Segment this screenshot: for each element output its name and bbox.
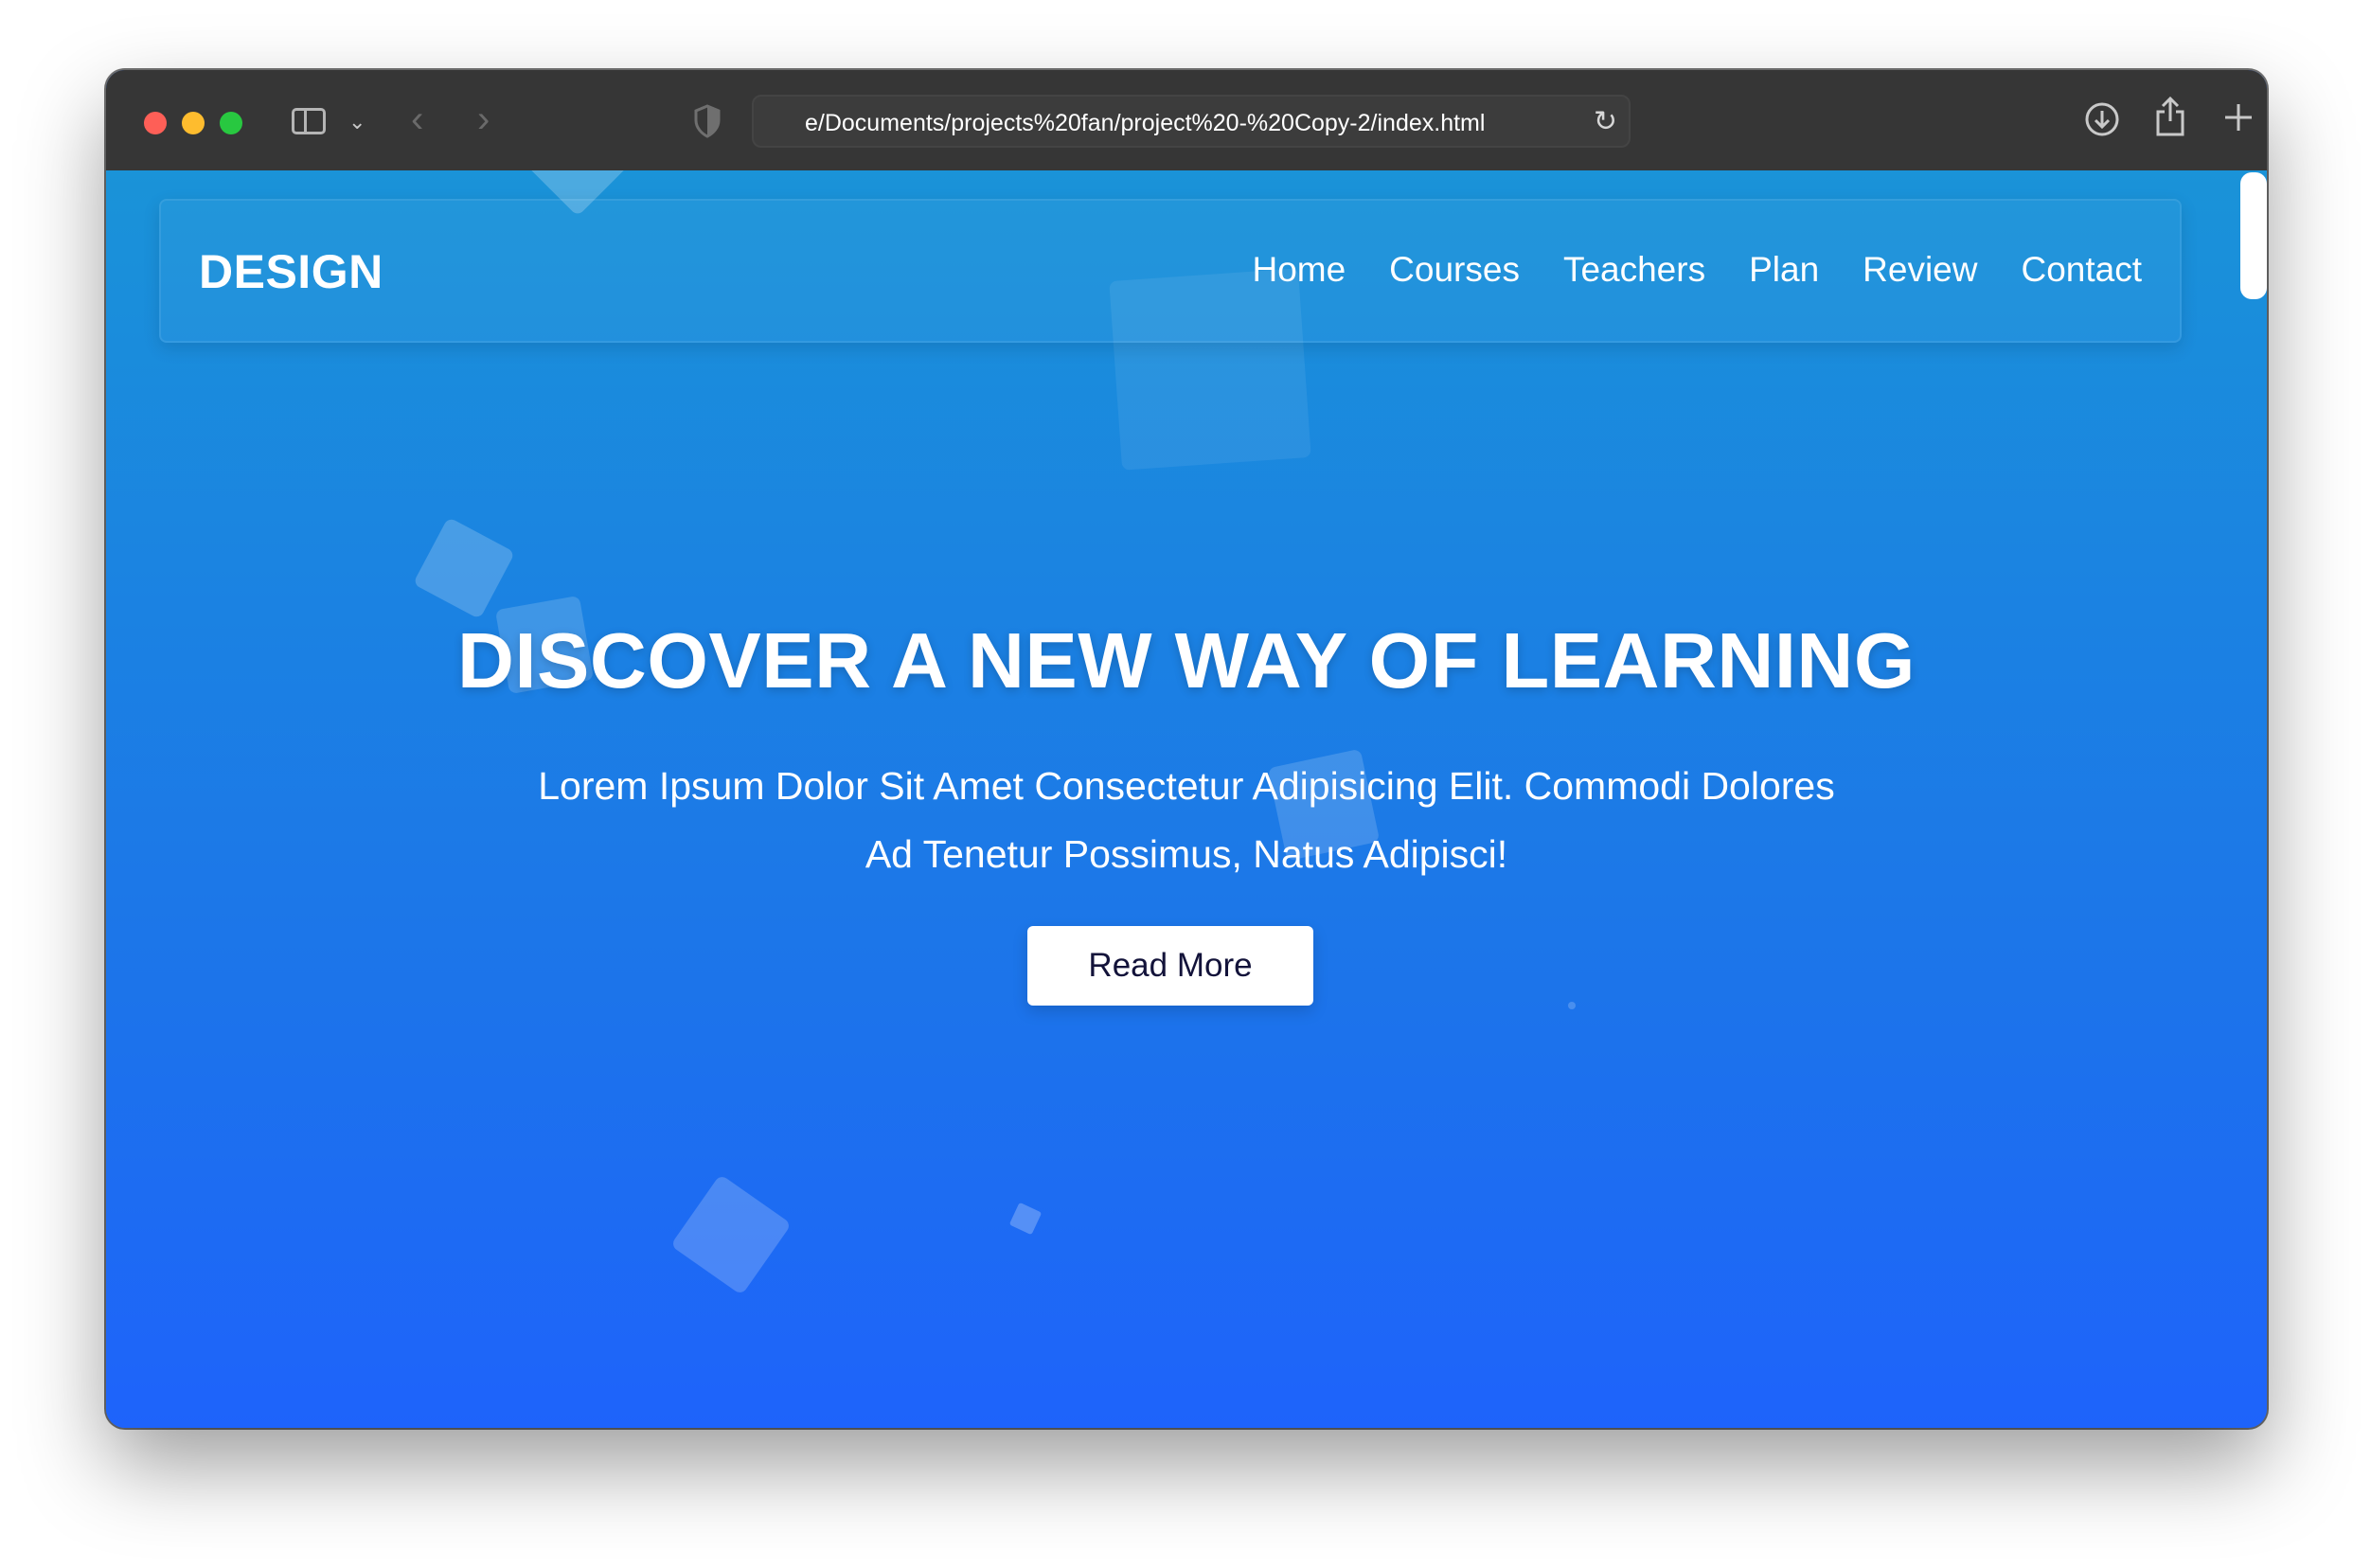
back-arrow-icon[interactable]: ‹ — [411, 98, 423, 140]
nav-link-plan[interactable]: Plan — [1749, 250, 1819, 290]
close-window-button[interactable] — [144, 112, 167, 134]
decorative-square — [669, 1173, 793, 1296]
nav-link-contact[interactable]: Contact — [2021, 250, 2142, 290]
scrollbar-thumb[interactable] — [2240, 172, 2267, 299]
sidebar-icon[interactable] — [292, 108, 326, 134]
nav-link-review[interactable]: Review — [1863, 250, 1977, 290]
page-viewport: DESIGN Home Courses Teachers Plan Review… — [106, 170, 2267, 1428]
site-logo[interactable]: DESIGN — [199, 244, 383, 299]
decorative-square — [412, 516, 516, 620]
hero-title: DISCOVER A NEW WAY OF LEARNING — [457, 616, 1916, 704]
forward-arrow-icon[interactable]: › — [477, 98, 490, 140]
decorative-square — [1008, 1202, 1043, 1236]
hero-description-line: Ad Tenetur Possimus, Natus Adipisci! — [865, 832, 1508, 876]
url-text[interactable]: e/Documents/projects%20fan/project%20-%2… — [805, 110, 1485, 136]
hero-description: Lorem Ipsum Dolor Sit Amet Consectetur A… — [106, 752, 2267, 888]
browser-window: ⌄ ‹ › e/Documents/projects%20fan/project… — [106, 70, 2267, 1428]
share-icon[interactable] — [2151, 95, 2189, 138]
chevron-down-icon[interactable]: ⌄ — [348, 108, 365, 136]
nav-link-courses[interactable]: Courses — [1389, 250, 1520, 290]
site-navbar: DESIGN Home Courses Teachers Plan Review… — [159, 199, 2182, 343]
address-bar[interactable]: e/Documents/projects%20fan/project%20-%2… — [752, 95, 1631, 148]
scrollbar[interactable] — [2238, 170, 2267, 1428]
reload-icon[interactable]: ↻ — [1594, 106, 1617, 138]
nav-links: Home Courses Teachers Plan Review Contac… — [1252, 250, 2142, 290]
nav-link-teachers[interactable]: Teachers — [1563, 250, 1705, 290]
nav-link-home[interactable]: Home — [1252, 250, 1346, 290]
browser-toolbar: ⌄ ‹ › e/Documents/projects%20fan/project… — [106, 70, 2267, 170]
decorative-dot — [1568, 1002, 1576, 1009]
read-more-button[interactable]: Read More — [1027, 926, 1313, 1006]
hero-description-line: Lorem Ipsum Dolor Sit Amet Consectetur A… — [538, 764, 1835, 808]
minimize-window-button[interactable] — [182, 112, 205, 134]
zoom-window-button[interactable] — [220, 112, 242, 134]
download-icon[interactable] — [2083, 100, 2121, 138]
plus-icon[interactable] — [2221, 100, 2255, 134]
shield-icon[interactable] — [693, 104, 722, 138]
